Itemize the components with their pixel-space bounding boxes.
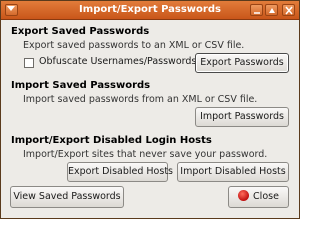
maximize-icon bbox=[269, 8, 275, 13]
export-description: Export saved passwords to an XML or CSV … bbox=[23, 40, 245, 51]
maximize-button[interactable] bbox=[265, 4, 278, 16]
title-bar: Import/Export Passwords bbox=[1, 1, 299, 20]
minimize-button[interactable] bbox=[250, 4, 263, 16]
disabled-hosts-heading: Import/Export Disabled Login Hosts bbox=[11, 135, 212, 146]
minimize-icon bbox=[254, 12, 260, 14]
close-window-button[interactable] bbox=[282, 4, 295, 16]
obfuscate-checkbox-label[interactable]: Obfuscate Usernames/Passwords bbox=[39, 56, 196, 67]
export-passwords-button[interactable]: Export Passwords bbox=[195, 53, 289, 73]
view-saved-passwords-button[interactable]: View Saved Passwords bbox=[10, 186, 124, 208]
close-button-label: Close bbox=[253, 191, 279, 202]
close-x-icon bbox=[285, 6, 293, 15]
obfuscate-checkbox[interactable] bbox=[24, 58, 34, 68]
import-export-dialog: Import/Export Passwords Export Saved Pas… bbox=[0, 0, 300, 219]
export-heading: Export Saved Passwords bbox=[11, 26, 150, 37]
close-button[interactable]: Close bbox=[228, 186, 289, 208]
import-heading: Import Saved Passwords bbox=[11, 80, 151, 91]
export-disabled-hosts-button[interactable]: Export Disabled Hosts bbox=[67, 162, 173, 182]
import-disabled-hosts-button[interactable]: Import Disabled Hosts bbox=[177, 162, 289, 182]
close-icon bbox=[238, 190, 250, 201]
disabled-hosts-description: Import/Export sites that never save your… bbox=[23, 149, 268, 160]
import-description: Import saved passwords from an XML or CS… bbox=[23, 94, 258, 105]
import-passwords-button[interactable]: Import Passwords bbox=[195, 107, 289, 127]
